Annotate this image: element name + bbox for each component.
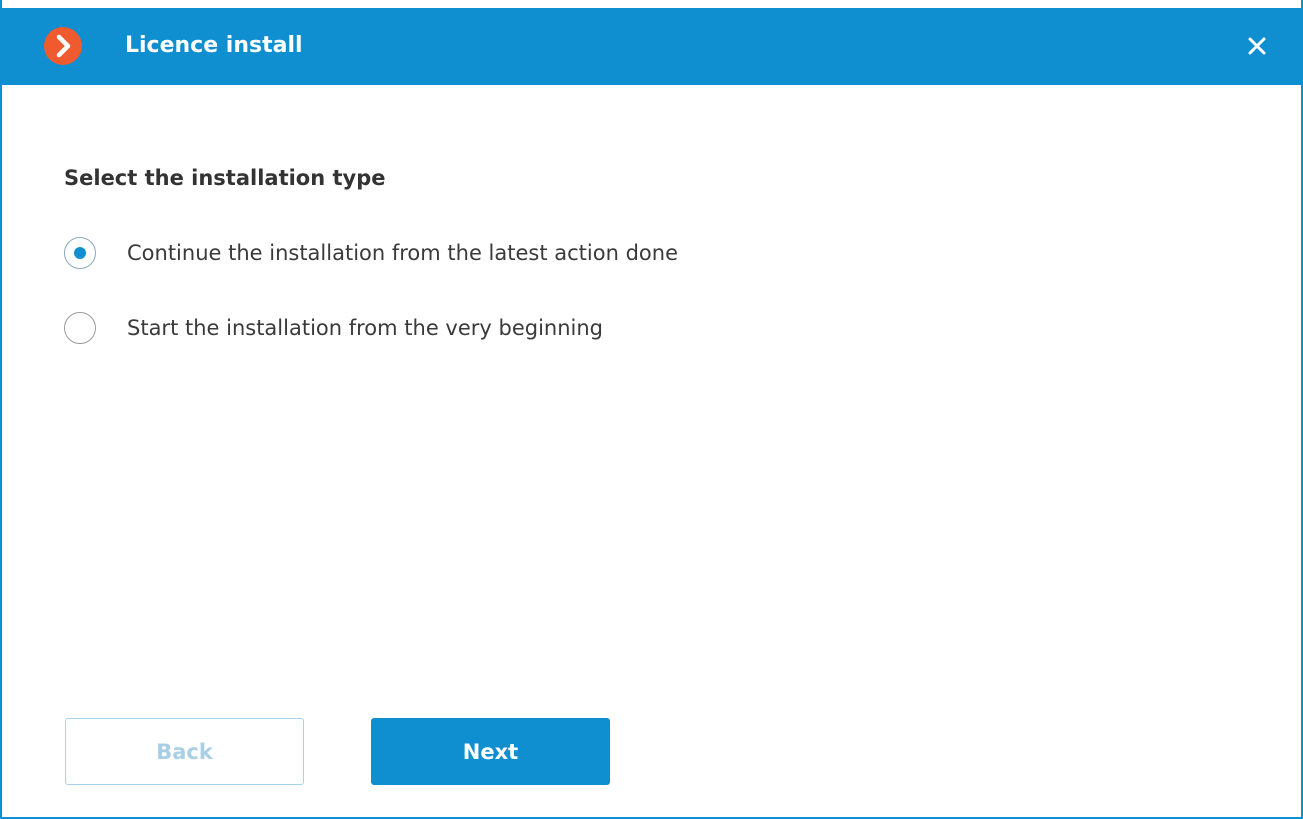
close-icon (1248, 37, 1266, 55)
option-start-over-label: Start the installation from the very beg… (127, 316, 604, 340)
dialog-title: Licence install (125, 33, 303, 58)
radio-button-continue[interactable] (64, 237, 96, 269)
radio-button-start-over[interactable] (64, 312, 96, 344)
next-button[interactable]: Next (371, 718, 610, 785)
section-heading: Select the installation type (64, 166, 386, 190)
back-button[interactable]: Back (65, 718, 304, 785)
close-button[interactable] (1243, 32, 1271, 60)
licence-install-dialog: Licence install Select the installation … (0, 0, 1303, 819)
app-logo-icon (44, 27, 82, 65)
option-start-over[interactable]: Start the installation from the very beg… (64, 311, 603, 345)
chevron-right-icon (56, 34, 71, 58)
option-continue-label: Continue the installation from the lates… (127, 241, 678, 265)
option-continue[interactable]: Continue the installation from the lates… (64, 236, 678, 270)
title-bar: Licence install (2, 8, 1301, 85)
